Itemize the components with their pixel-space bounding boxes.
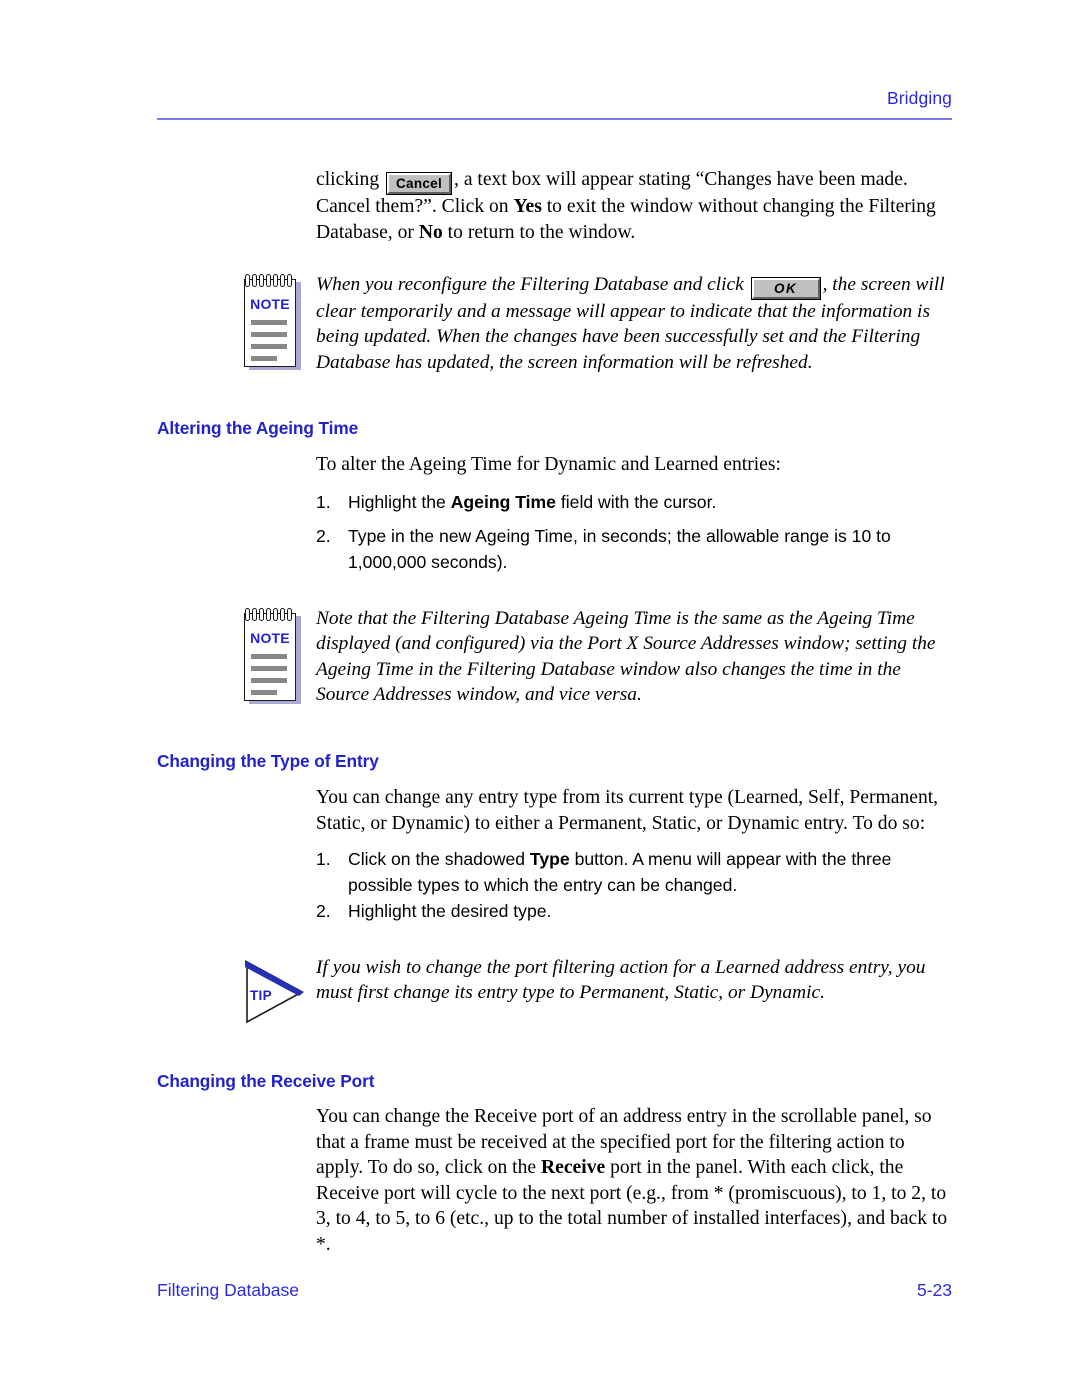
note-2-text: Note that the Filtering Database Ageing … [316,608,936,706]
section-3-paragraph: You can change the Receive port of an ad… [316,1104,954,1258]
note-1-text: When you reconfigure the Filtering Datab… [316,272,956,375]
list-item-text: Click on the shadowed Type button. A men… [348,846,956,898]
note-icon-line [251,690,277,695]
intro-text-prefix: clicking [316,169,385,190]
list-item-text: Highlight the Ageing Time field with the… [348,489,956,515]
note-1-text-before: When you reconfigure the Filtering Datab… [316,274,749,295]
list-item-text-pre: Click on the shadowed [348,849,530,869]
list-item: 1. Click on the shadowed Type button. A … [316,846,956,898]
list-item-text: Type in the new Ageing Time, in seconds;… [348,523,956,575]
list-item-text: Highlight the desired type. [348,898,956,924]
page-footer: Filtering Database 5-23 [157,1280,952,1304]
list-item-text-pre: Type in the new Ageing Time, in seconds;… [348,526,891,572]
intro-paragraph-block: clicking Cancel, a text box will appear … [316,167,954,245]
tip-icon: TIP [240,955,314,1029]
note-icon-line [251,332,287,337]
note-badge-label: NOTE [250,296,290,312]
section-1-intro: To alter the Ageing Time for Dynamic and… [316,454,781,475]
intro-bold-yes: Yes [513,196,542,217]
list-item-number: 1. [316,492,331,512]
note-icon-line [251,320,287,325]
list-item-text-bold: Ageing Time [450,492,556,512]
section-3-text-bold: Receive [541,1157,606,1179]
section-heading-altering-ageing-time: Altering the Ageing Time [157,418,359,438]
list-item-number: 1. [316,849,331,869]
note-icon-line [251,654,287,659]
list-item: 1. Highlight the Ageing Time field with … [316,489,956,515]
header-title: Bridging [886,88,952,108]
section-1-intro-block: To alter the Ageing Time for Dynamic and… [316,452,954,478]
note-icon-spiral-rings [245,274,297,288]
note-icon: NOTE [243,608,301,704]
footer-page-number: 5-23 [916,1280,952,1300]
note-icon-line [251,344,287,349]
note-icon: NOTE [243,274,301,370]
section-heading-changing-type-of-entry: Changing the Type of Entry [157,751,379,771]
section-2-intro: You can change any entry type from its c… [316,787,939,834]
section-heading-changing-receive-port: Changing the Receive Port [157,1071,375,1091]
list-item-text-pre: Highlight the desired type. [348,901,552,921]
ok-button[interactable]: OK [751,278,820,299]
section-3-block: You can change the Receive port of an ad… [316,1104,954,1258]
page-header: Bridging [157,88,952,122]
tip-badge-label: TIP [250,988,272,1003]
list-item: 2. Type in the new Ageing Time, in secon… [316,523,956,575]
note-icon-line [251,666,287,671]
header-rule [157,118,952,120]
list-item-text-bold: Type [529,849,570,869]
note-badge-label: NOTE [250,630,290,646]
list-item-number: 2. [316,901,331,921]
intro-bold-no: No [418,221,443,243]
list-item-text-pre: Highlight the [348,492,451,512]
section-2-intro-block: You can change any entry type from its c… [316,785,954,836]
tip-text: If you wish to change the port filtering… [316,957,926,1004]
note-icon-spiral-rings [245,608,297,622]
document-page: Bridging clicking Cancel, a text box wil… [0,0,1080,1397]
list-item-text-post: field with the cursor. [555,492,717,512]
list-item: 2. Highlight the desired type. [316,898,956,924]
intro-paragraph: clicking Cancel, a text box will appear … [316,167,954,245]
list-item-number: 2. [316,526,331,546]
note-icon-line [251,356,277,361]
cancel-button[interactable]: Cancel [387,173,452,194]
note-icon-line [251,678,287,683]
intro-text-after-no: to return to the window. [442,221,636,243]
footer-section-title: Filtering Database [157,1280,300,1300]
